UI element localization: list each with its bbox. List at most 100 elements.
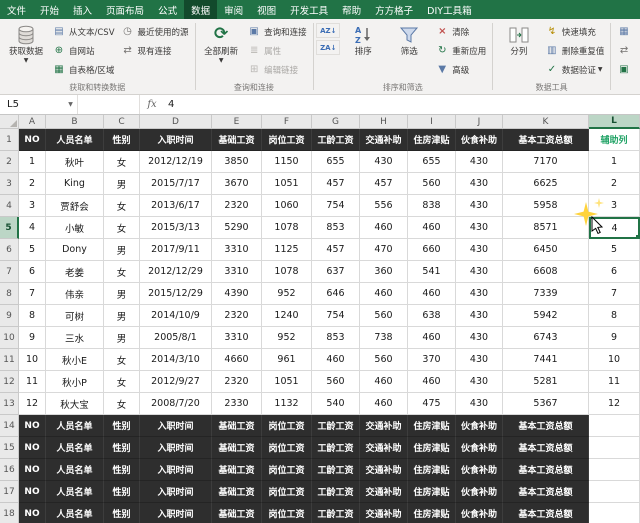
cell-L2[interactable]: 1 (589, 151, 640, 173)
ribbon-tab-页面布局[interactable]: 页面布局 (99, 0, 151, 19)
recent-sources-button[interactable]: ◷ 最近使用的源 (118, 22, 192, 41)
cell-E11[interactable]: 4660 (212, 349, 262, 371)
cell-J3[interactable]: 430 (456, 173, 503, 195)
cell-B7[interactable]: 老姜 (46, 261, 104, 283)
cell-B11[interactable]: 秋小E (46, 349, 104, 371)
cell-B9[interactable]: 可树 (46, 305, 104, 327)
cell-A5[interactable]: 4 (19, 217, 46, 239)
cell-H14[interactable]: 交通补助 (360, 415, 408, 437)
cell-L7[interactable]: 6 (589, 261, 640, 283)
cell-C3[interactable]: 男 (104, 173, 140, 195)
cell-K14[interactable]: 基本工资总额 (503, 415, 589, 437)
cell-L11[interactable]: 10 (589, 349, 640, 371)
row-header-7[interactable]: 7 (0, 261, 19, 283)
cell-I2[interactable]: 655 (408, 151, 456, 173)
flash-fill-button[interactable]: ↯ 快速填充 (542, 22, 608, 41)
row-header-8[interactable]: 8 (0, 283, 19, 305)
cell-A11[interactable]: 10 (19, 349, 46, 371)
cell-C16[interactable]: 性别 (104, 459, 140, 481)
cell-D16[interactable]: 入职时间 (140, 459, 212, 481)
ribbon-tab-插入[interactable]: 插入 (66, 0, 99, 19)
cell-I15[interactable]: 住房津贴 (408, 437, 456, 459)
row-header-14[interactable]: 14 (0, 415, 19, 437)
cell-K13[interactable]: 5367 (503, 393, 589, 415)
cell-D14[interactable]: 入职时间 (140, 415, 212, 437)
cell-C7[interactable]: 女 (104, 261, 140, 283)
cell-C15[interactable]: 性别 (104, 437, 140, 459)
row-header-5[interactable]: 5 (0, 217, 19, 239)
row-header-13[interactable]: 13 (0, 393, 19, 415)
cell-G12[interactable]: 560 (312, 371, 360, 393)
cell-E18[interactable]: 基础工资 (212, 503, 262, 523)
cell-F18[interactable]: 岗位工资 (262, 503, 312, 523)
cell-I3[interactable]: 560 (408, 173, 456, 195)
cell-F9[interactable]: 1240 (262, 305, 312, 327)
cell-J4[interactable]: 430 (456, 195, 503, 217)
cell-E12[interactable]: 2320 (212, 371, 262, 393)
text-to-columns-button[interactable]: 分列 (496, 20, 542, 58)
clipped-button-2[interactable]: ⇄ (614, 41, 637, 60)
cell-K16[interactable]: 基本工资总额 (503, 459, 589, 481)
cell-F16[interactable]: 岗位工资 (262, 459, 312, 481)
cell-A3[interactable]: 2 (19, 173, 46, 195)
cell-D6[interactable]: 2017/9/11 (140, 239, 212, 261)
cell-A4[interactable]: 3 (19, 195, 46, 217)
cell-A17[interactable]: NO (19, 481, 46, 503)
cell-F11[interactable]: 961 (262, 349, 312, 371)
cell-G2[interactable]: 655 (312, 151, 360, 173)
cell-B14[interactable]: 人员名单 (46, 415, 104, 437)
cell-B5[interactable]: 小敏 (46, 217, 104, 239)
cell-L18[interactable] (589, 503, 640, 523)
cell-G14[interactable]: 工龄工资 (312, 415, 360, 437)
cell-H9[interactable]: 560 (360, 305, 408, 327)
cell-B6[interactable]: Dony (46, 239, 104, 261)
cell-F7[interactable]: 1078 (262, 261, 312, 283)
cell-I10[interactable]: 460 (408, 327, 456, 349)
cell-F1[interactable]: 岗位工资 (262, 129, 312, 151)
row-header-16[interactable]: 16 (0, 459, 19, 481)
cell-C17[interactable]: 性别 (104, 481, 140, 503)
cell-A14[interactable]: NO (19, 415, 46, 437)
cell-E15[interactable]: 基础工资 (212, 437, 262, 459)
cell-F17[interactable]: 岗位工资 (262, 481, 312, 503)
cell-F6[interactable]: 1125 (262, 239, 312, 261)
cell-D4[interactable]: 2013/6/17 (140, 195, 212, 217)
cell-D9[interactable]: 2014/10/9 (140, 305, 212, 327)
cell-H2[interactable]: 430 (360, 151, 408, 173)
cell-I13[interactable]: 475 (408, 393, 456, 415)
cell-B1[interactable]: 人员名单 (46, 129, 104, 151)
cell-A18[interactable]: NO (19, 503, 46, 523)
cell-H15[interactable]: 交通补助 (360, 437, 408, 459)
row-header-15[interactable]: 15 (0, 437, 19, 459)
cell-E4[interactable]: 2320 (212, 195, 262, 217)
cell-F2[interactable]: 1150 (262, 151, 312, 173)
cell-I18[interactable]: 住房津贴 (408, 503, 456, 523)
sort-descending-button[interactable]: ZA↓ (316, 40, 341, 55)
cell-G1[interactable]: 工龄工资 (312, 129, 360, 151)
name-box[interactable]: L5 (0, 95, 64, 114)
cell-A6[interactable]: 5 (19, 239, 46, 261)
cell-K15[interactable]: 基本工资总额 (503, 437, 589, 459)
row-header-18[interactable]: 18 (0, 503, 19, 523)
cell-G16[interactable]: 工龄工资 (312, 459, 360, 481)
cell-A9[interactable]: 8 (19, 305, 46, 327)
ribbon-tab-DIY工具箱[interactable]: DIY工具箱 (420, 0, 478, 19)
column-header-G[interactable]: G (312, 115, 360, 129)
insert-function-button[interactable]: fx (140, 95, 164, 114)
cell-I11[interactable]: 370 (408, 349, 456, 371)
cell-D8[interactable]: 2015/12/29 (140, 283, 212, 305)
cell-B18[interactable]: 人员名单 (46, 503, 104, 523)
properties-button[interactable]: ≣ 属性 (244, 41, 310, 60)
sort-button[interactable]: A Z 排序 (340, 20, 386, 58)
cell-B15[interactable]: 人员名单 (46, 437, 104, 459)
row-header-17[interactable]: 17 (0, 481, 19, 503)
ribbon-tab-开发工具[interactable]: 开发工具 (283, 0, 335, 19)
cell-L13[interactable]: 12 (589, 393, 640, 415)
cell-K8[interactable]: 7339 (503, 283, 589, 305)
queries-connections-button[interactable]: ▣ 查询和连接 (244, 22, 310, 41)
cell-E17[interactable]: 基础工资 (212, 481, 262, 503)
ribbon-tab-公式[interactable]: 公式 (151, 0, 184, 19)
cell-C9[interactable]: 男 (104, 305, 140, 327)
cell-F15[interactable]: 岗位工资 (262, 437, 312, 459)
cell-C14[interactable]: 性别 (104, 415, 140, 437)
